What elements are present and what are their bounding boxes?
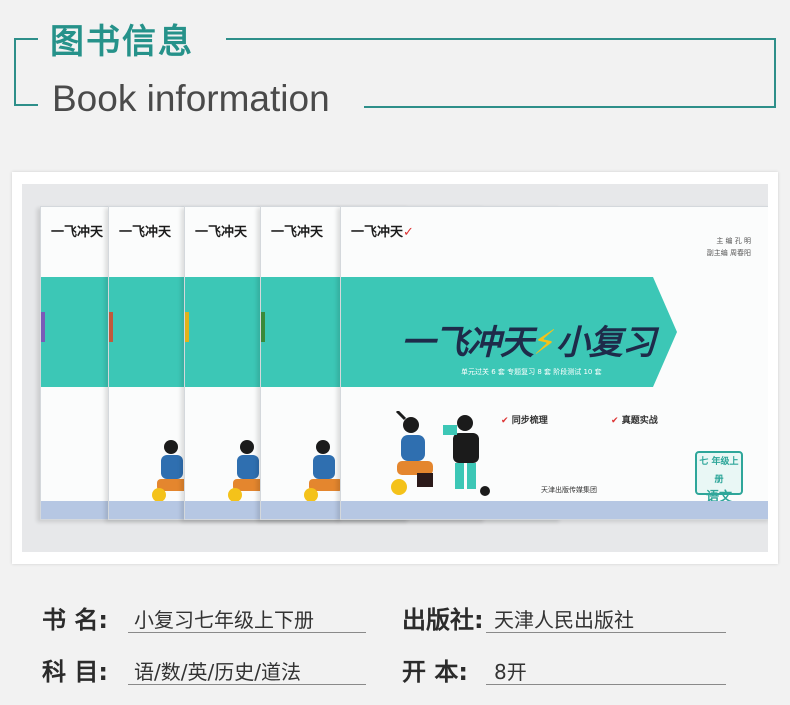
students-illustration [391, 411, 490, 496]
cover-brand-title: 一飞冲天⚡小复习 [401, 315, 656, 364]
book-logo: 一飞冲天 [119, 225, 172, 240]
brand-title-left: 一飞冲天 [401, 323, 534, 363]
lightning-bolt-icon: ⚡ [533, 323, 557, 363]
spine-color-mark [185, 312, 189, 342]
frame-line-left [14, 38, 16, 104]
publisher-underline [486, 632, 726, 633]
product-photo: 一飞冲天 一飞冲天 一飞冲天 一飞冲天 一飞冲天✓ 主 编 孔 明 副主编 周春… [12, 172, 778, 564]
format-label: 开 本: [402, 658, 468, 686]
book-logo: 一飞冲天✓ [351, 221, 414, 240]
brand-title-right: 小复习 [555, 323, 656, 363]
frame-line-right [774, 38, 776, 108]
grade-subject-badge: 七 年级上册 语文 [695, 451, 743, 505]
frame-line-top-left [14, 38, 38, 40]
grade-label: 七 年级上册 [699, 457, 739, 485]
frame-line-bottom-right [364, 106, 776, 108]
book-logo: 一飞冲天 [195, 225, 248, 240]
publisher-label: 出版社: [402, 606, 484, 634]
frame-line-bottom-left [14, 104, 38, 106]
subject-underline [128, 684, 366, 685]
frame-line-top-right [226, 38, 776, 40]
cover-tag-sync: 同步梳理 [501, 413, 548, 426]
section-title-chinese: 图书信息 [50, 22, 194, 62]
cover-chief-editor: 主 编 孔 明 [716, 237, 751, 245]
spine-color-mark [41, 312, 45, 342]
cover-feature-pills: 单元过关 6 套 专题复习 8 套 阶段测试 10 套 [461, 368, 602, 376]
format-underline [486, 684, 726, 685]
book-name-underline [128, 632, 366, 633]
product-photo-canvas: 一飞冲天 一飞冲天 一飞冲天 一飞冲天 一飞冲天✓ 主 编 孔 明 副主编 周春… [22, 184, 768, 552]
cover-tag-exam: 真题实战 [611, 413, 658, 426]
subject-label: 科 目: [42, 658, 108, 686]
book-logo: 一飞冲天 [51, 225, 104, 240]
format-value: 8开 [494, 660, 527, 684]
spine-color-mark [261, 312, 265, 342]
cover-band-notch [653, 277, 713, 387]
book-logo: 一飞冲天 [271, 225, 324, 240]
book-name-value: 小复习七年级上下册 [134, 608, 314, 632]
book-info-table: 书 名: 小复习七年级上下册 出版社: 天津人民出版社 科 目: 语/数/英/历… [0, 590, 790, 700]
cover-publisher: 天津出版传媒集团 [541, 486, 597, 494]
section-header: 图书信息 Book information [0, 0, 790, 150]
cover-credits: 主 编 孔 明 副主编 周春阳 [707, 235, 751, 259]
book-name-label: 书 名: [42, 606, 108, 634]
logo-text: 一飞冲天 [351, 225, 404, 240]
book-cover-front: 一飞冲天✓ 主 编 孔 明 副主编 周春阳 一飞冲天⚡小复习 单元过关 6 套 … [340, 206, 768, 520]
publisher-value: 天津人民出版社 [494, 608, 634, 632]
cover-bottom-strip [341, 501, 768, 519]
spine-color-mark [109, 312, 113, 342]
subject-value: 语/数/英/历史/道法 [134, 660, 301, 684]
logo-swoosh-icon: ✓ [403, 225, 414, 240]
section-title-english: Book information [52, 78, 330, 119]
cover-deputy-editor: 副主编 周春阳 [706, 249, 751, 257]
